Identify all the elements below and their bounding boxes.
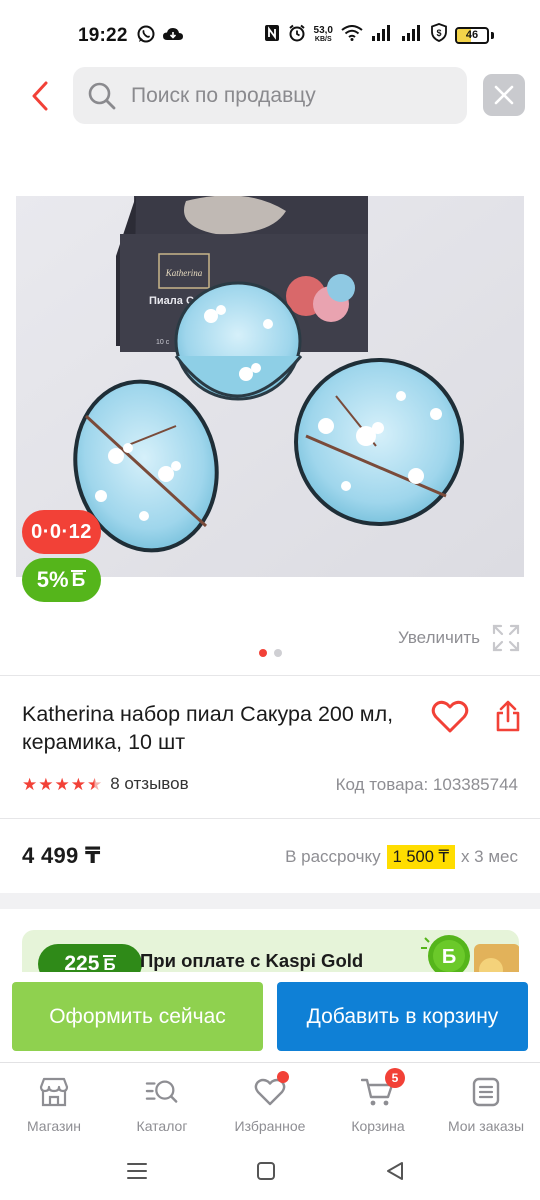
checkout-now-button[interactable]: Оформить сейчас bbox=[12, 982, 263, 1051]
search-icon bbox=[88, 82, 116, 109]
pagination-dot[interactable] bbox=[259, 649, 267, 657]
svg-text:Katherina: Katherina bbox=[165, 268, 203, 278]
search-header bbox=[0, 66, 540, 126]
product-price: 4 499 ₸ bbox=[22, 843, 101, 868]
cloud-download-icon bbox=[162, 25, 184, 48]
action-bar: Оформить сейчас Добавить в корзину bbox=[0, 972, 540, 1062]
section-separator bbox=[0, 893, 540, 909]
zoom-button[interactable]: Увеличить bbox=[398, 624, 520, 652]
system-navigation-bar bbox=[0, 1142, 540, 1200]
nfc-icon bbox=[264, 24, 280, 47]
home-button[interactable] bbox=[251, 1156, 281, 1186]
status-bar: 19:22 53,0 KB/S $ 46 bbox=[0, 0, 540, 70]
chevron-left-icon bbox=[32, 81, 48, 111]
star-half-icon: ★ bbox=[87, 774, 103, 794]
star-full-icon: ★ bbox=[70, 774, 86, 794]
favorites-notification-dot bbox=[277, 1071, 289, 1083]
product-title: Katherina набор пиал Сакура 200 мл, кера… bbox=[22, 702, 394, 754]
kaspi-bonus-art-icon: Б bbox=[421, 935, 519, 972]
nav-item-shop[interactable]: Магазин bbox=[0, 1063, 108, 1142]
svg-text:Б: Б bbox=[442, 946, 456, 968]
back-button[interactable] bbox=[22, 74, 58, 118]
catalog-search-icon bbox=[145, 1075, 179, 1109]
seller-search-box[interactable] bbox=[73, 67, 467, 124]
rating-stars: ★ ★ ★ ★ ★ bbox=[22, 776, 102, 793]
add-to-cart-button[interactable]: Добавить в корзину bbox=[277, 982, 528, 1051]
status-notification-icons bbox=[136, 24, 184, 49]
expand-icon bbox=[492, 624, 520, 652]
seller-search-input[interactable] bbox=[131, 83, 451, 108]
installment-amount: 1 500 ₸ bbox=[386, 845, 455, 869]
favorite-button[interactable] bbox=[428, 697, 472, 737]
close-icon bbox=[494, 85, 514, 105]
status-time: 19:22 bbox=[78, 25, 128, 46]
reviews-link[interactable]: 8 отзывов bbox=[110, 774, 188, 794]
alarm-icon bbox=[288, 24, 306, 47]
timer-badge: 0·0·12 bbox=[22, 510, 101, 554]
star-full-icon: ★ bbox=[22, 774, 38, 794]
svg-text:10 с: 10 с bbox=[156, 339, 170, 346]
battery-tip bbox=[491, 31, 494, 39]
heart-outline-icon bbox=[431, 700, 469, 733]
nav-item-cart[interactable]: 5 Корзина bbox=[324, 1063, 432, 1142]
svg-text:$: $ bbox=[436, 28, 441, 38]
product-gallery[interactable]: Katherina Пиала С 10 с 0·0·12 5% Б bbox=[0, 150, 540, 670]
pagination-dot[interactable] bbox=[274, 649, 282, 657]
home-square-icon bbox=[257, 1162, 275, 1180]
rating-row[interactable]: ★ ★ ★ ★ ★ 8 отзывов bbox=[22, 774, 189, 794]
recent-apps-button[interactable] bbox=[122, 1156, 152, 1186]
share-icon bbox=[496, 700, 520, 732]
orders-icon bbox=[469, 1075, 503, 1109]
wifi-icon bbox=[341, 24, 363, 46]
status-system-icons: 53,0 KB/S $ 46 bbox=[264, 23, 494, 47]
installment-info[interactable]: В рассрочку 1 500 ₸ х 3 мес bbox=[285, 845, 518, 869]
kaspi-banner-text: При оплате с Kaspi Gold bbox=[140, 950, 364, 971]
cart-count-badge: 5 bbox=[385, 1068, 405, 1088]
nav-item-orders[interactable]: Мои заказы bbox=[432, 1063, 540, 1142]
kaspi-gold-banner[interactable]: 225 Б При оплате с Kaspi Gold Б bbox=[22, 930, 519, 972]
divider bbox=[0, 675, 540, 676]
nav-item-favorites[interactable]: Избранное bbox=[216, 1063, 324, 1142]
whatsapp-icon bbox=[136, 24, 156, 49]
shop-icon bbox=[37, 1075, 71, 1109]
product-sku: Код товара: 103385744 bbox=[335, 775, 518, 794]
star-full-icon: ★ bbox=[54, 774, 70, 794]
divider bbox=[0, 818, 540, 819]
kaspi-bonus-pill: 225 Б bbox=[38, 944, 142, 972]
zoom-label: Увеличить bbox=[398, 628, 480, 647]
signal-icon bbox=[371, 24, 393, 46]
star-full-icon: ★ bbox=[38, 774, 54, 794]
menu-icon bbox=[127, 1163, 147, 1179]
bottom-navigation: Магазин Каталог Избранное 5 Корзина Мои … bbox=[0, 1062, 540, 1142]
network-speed: 53,0 KB/S bbox=[313, 25, 333, 44]
bonus-badge: 5% Б bbox=[22, 558, 101, 602]
battery-indicator: 46 bbox=[455, 26, 489, 44]
triangle-back-icon bbox=[387, 1162, 403, 1180]
signal-icon-2 bbox=[401, 24, 423, 46]
nav-item-catalog[interactable]: Каталог bbox=[108, 1063, 216, 1142]
shield-dollar-icon: $ bbox=[431, 23, 447, 47]
share-button[interactable] bbox=[490, 696, 526, 736]
close-button[interactable] bbox=[483, 74, 525, 116]
gallery-pagination bbox=[259, 649, 282, 657]
system-back-button[interactable] bbox=[380, 1156, 410, 1186]
